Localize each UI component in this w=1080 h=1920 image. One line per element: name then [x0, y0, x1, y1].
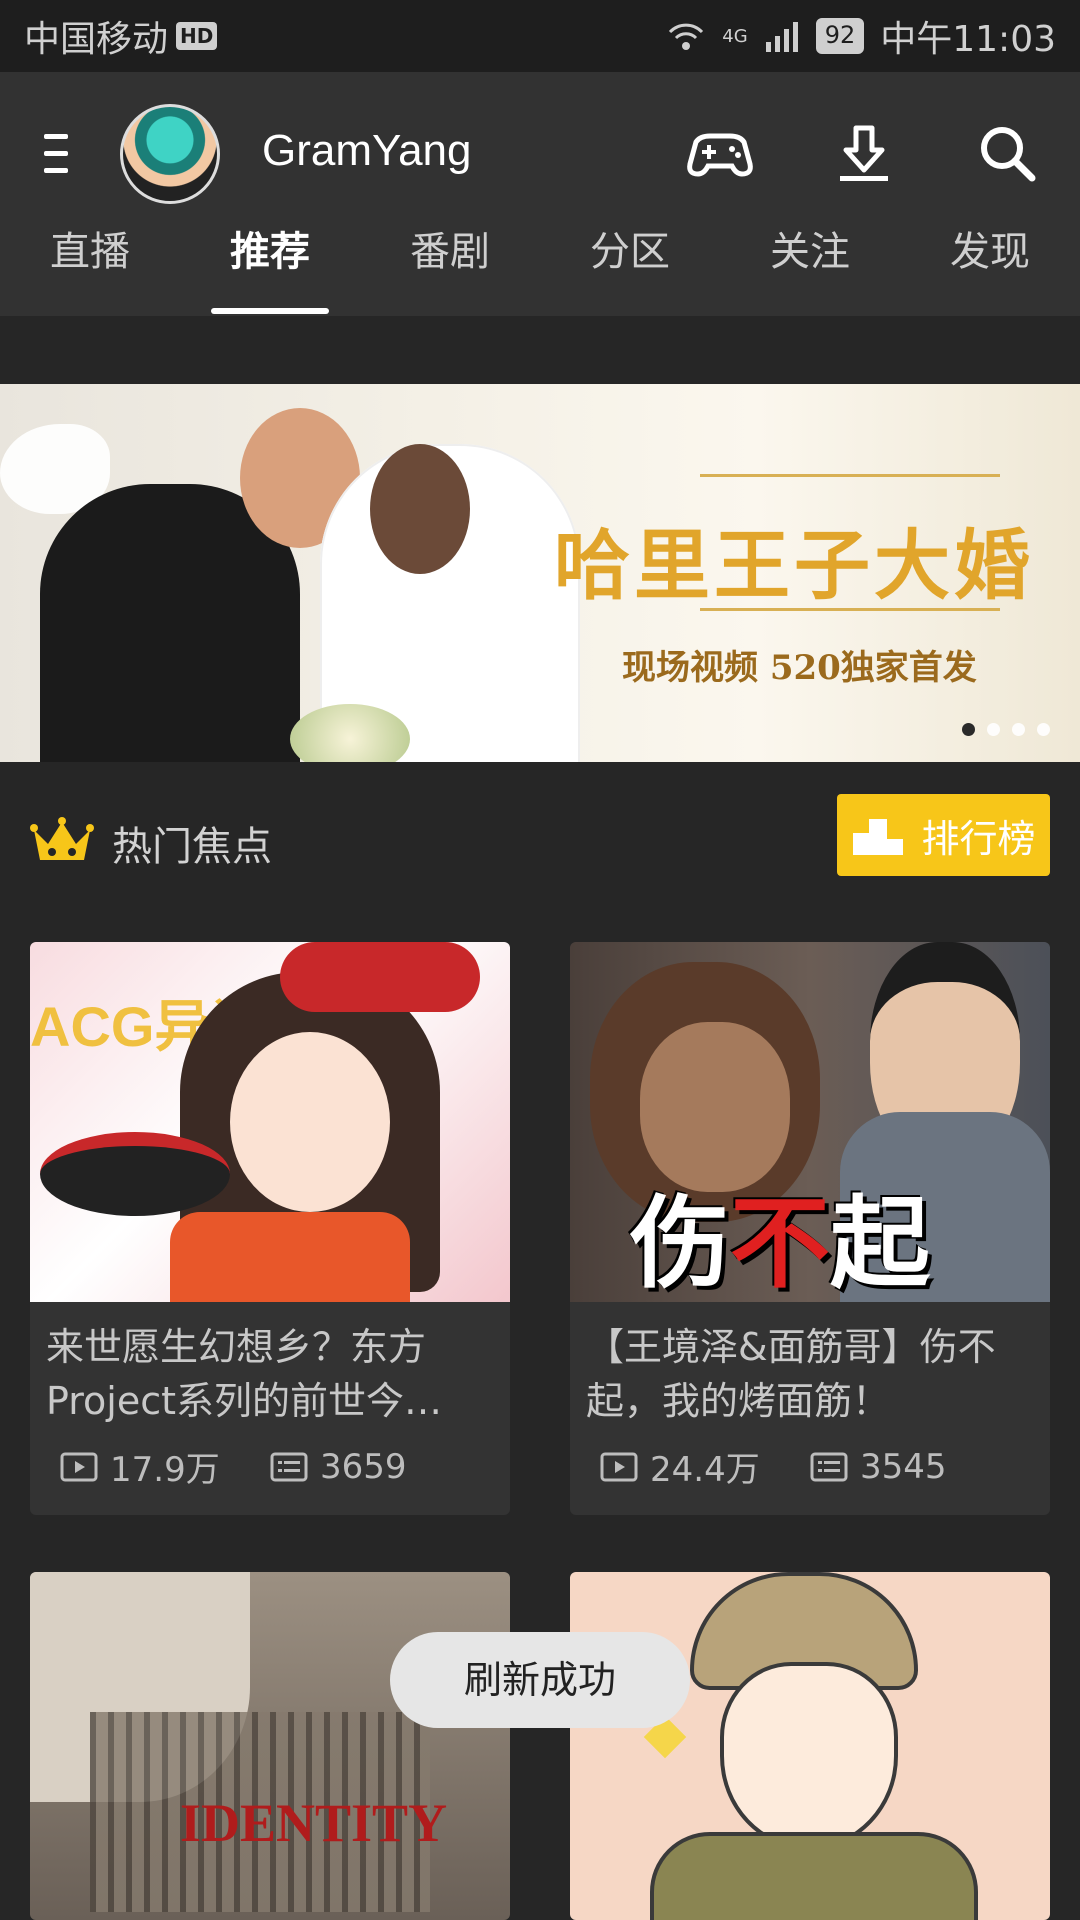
thumbnail-caption: 伤不起: [630, 1162, 930, 1302]
video-card[interactable]: IDENTITY: [30, 1572, 510, 1920]
banner-bride-head: [370, 444, 470, 574]
tab-following[interactable]: 关注: [720, 212, 900, 316]
menu-icon[interactable]: [44, 134, 74, 176]
app-header: GramYang 直播 推荐 番剧 分区 关注 发现: [0, 72, 1080, 316]
carousel-dot[interactable]: [987, 723, 1000, 736]
caption-char: 起: [830, 1185, 930, 1302]
tab-discover[interactable]: 发现: [900, 212, 1080, 316]
category-tabs: 直播 推荐 番剧 分区 关注 发现: [0, 212, 1080, 316]
video-title: 来世愿生幻想乡？东方Project系列的前世今…: [46, 1325, 443, 1423]
battery-indicator: 92: [815, 18, 865, 54]
carrier-name: 中国移动: [24, 19, 169, 60]
danmaku-icon: [270, 1452, 308, 1481]
tab-live[interactable]: 直播: [0, 212, 180, 316]
video-title: 【王境泽&面筋哥】伤不起，我的烤面筋！: [586, 1325, 996, 1423]
banner-subtitle: 现场视频 520独家首发: [622, 648, 977, 688]
thumbnail-bowl: [40, 1132, 230, 1216]
video-thumbnail: IDENTITY: [30, 1572, 510, 1920]
username[interactable]: GramYang: [262, 126, 472, 176]
play-icon: [600, 1452, 638, 1481]
podium-icon: [853, 819, 904, 855]
network-type: 4G: [722, 25, 748, 47]
hot-focus-section-header: 热门焦点 排行榜: [0, 762, 1080, 912]
play-count-value: 17.9万: [110, 1450, 220, 1490]
caption-char-red: 不: [730, 1185, 830, 1302]
ranking-button[interactable]: 排行榜: [837, 794, 1050, 876]
video-card[interactable]: ACG异闻录 来世愿生幻想乡？东方Project系列的前世今… 17.9万 36…: [30, 942, 510, 1515]
tab-categories[interactable]: 分区: [540, 212, 720, 316]
video-card[interactable]: 伤不起 【王境泽&面筋哥】伤不起，我的烤面筋！ 24.4万 3545: [570, 942, 1050, 1515]
thumbnail-caption: IDENTITY: [180, 1793, 448, 1853]
video-stats: 24.4万 3545: [570, 1428, 1050, 1515]
section-title: 热门焦点: [112, 824, 272, 870]
thumbnail-character-face: [230, 1032, 390, 1212]
video-thumbnail: [570, 1572, 1050, 1920]
game-controller-icon[interactable]: [684, 118, 756, 190]
toast-message: 刷新成功: [390, 1632, 690, 1728]
crown-icon: [30, 817, 94, 860]
search-icon[interactable]: [972, 118, 1044, 190]
carousel-dot[interactable]: [962, 723, 975, 736]
wifi-icon: [669, 23, 704, 50]
play-count: 17.9万: [60, 1442, 270, 1491]
clock: 中午11:03: [880, 19, 1056, 60]
comment-count: 3545: [810, 1447, 1020, 1487]
video-thumbnail: 伤不起: [570, 942, 1050, 1302]
status-right: 4G 92 中午11:03: [666, 10, 1056, 62]
video-thumbnail: ACG异闻录: [30, 942, 510, 1302]
video-card[interactable]: [570, 1572, 1050, 1920]
signal-icon: [765, 22, 798, 52]
carousel-dot[interactable]: [1012, 723, 1025, 736]
banner-ornament-bottom: [700, 608, 1000, 611]
play-icon: [60, 1452, 98, 1481]
caption-char: 伤: [630, 1185, 730, 1302]
play-count: 24.4万: [600, 1442, 810, 1491]
danmaku-icon: [810, 1452, 848, 1481]
hd-badge: HD: [176, 22, 218, 50]
carousel-indicator: [962, 723, 1050, 736]
thumbnail-character-outfit: [170, 1212, 410, 1302]
status-left: 中国移动 HD: [24, 10, 218, 62]
thumbnail-face: [720, 1662, 898, 1850]
thumbnail-character-bow: [280, 942, 480, 1012]
play-count-value: 24.4万: [650, 1450, 760, 1490]
tab-anime[interactable]: 番剧: [360, 212, 540, 316]
thumbnail-shirt: [650, 1832, 978, 1920]
comment-count: 3659: [270, 1447, 480, 1487]
video-stats: 17.9万 3659: [30, 1428, 510, 1515]
download-icon[interactable]: [828, 118, 900, 190]
ranking-label: 排行榜: [921, 816, 1036, 861]
banner-title: 哈里王子大婚: [554, 521, 1034, 610]
status-bar: 中国移动 HD 4G 92 中午11:03: [0, 0, 1080, 72]
banner-carousel[interactable]: 哈里王子大婚 现场视频 520独家首发: [0, 384, 1080, 762]
avatar[interactable]: [120, 104, 220, 204]
banner-ornament-top: [700, 474, 1000, 477]
tab-recommend[interactable]: 推荐: [180, 212, 360, 316]
comment-count-value: 3545: [860, 1446, 947, 1487]
comment-count-value: 3659: [320, 1446, 407, 1487]
carousel-dot[interactable]: [1037, 723, 1050, 736]
